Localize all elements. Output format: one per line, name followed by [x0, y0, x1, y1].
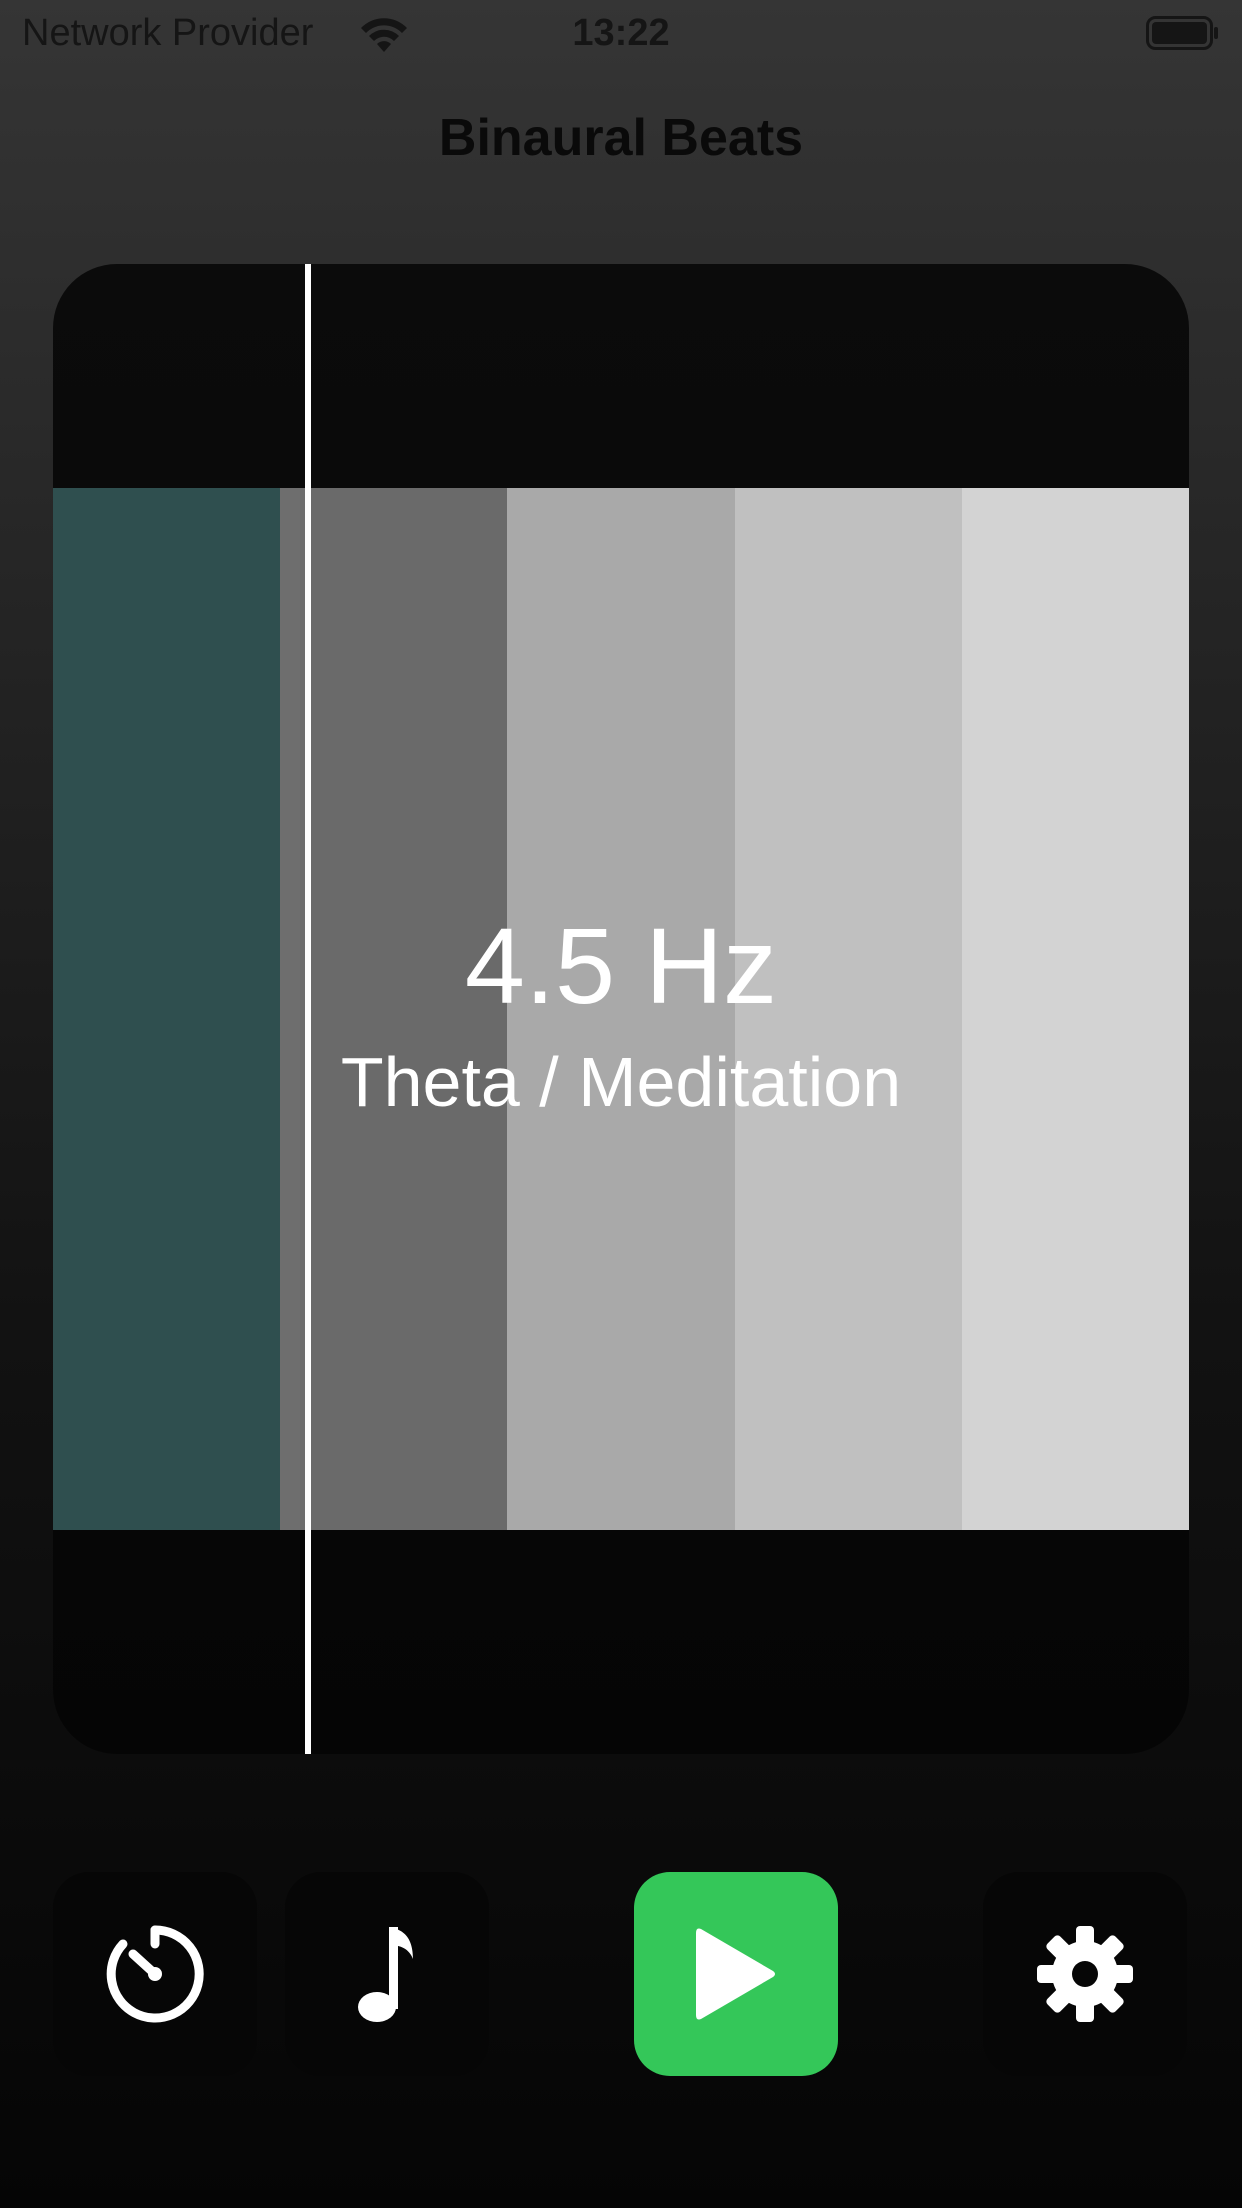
gear-icon	[1037, 1926, 1133, 2022]
battery-icon	[1146, 16, 1218, 50]
status-time: 13:22	[572, 12, 670, 54]
music-button[interactable]	[285, 1872, 489, 2076]
music-note-icon	[358, 1927, 413, 2022]
status-bar: Network Provider 13:22	[0, 0, 1242, 66]
play-icon	[696, 1928, 775, 2020]
frequency-value: 4.5 Hz	[464, 905, 778, 1026]
frequency-visualizer[interactable]: 4.5 Hz Theta / Meditation	[53, 264, 1189, 1754]
play-button[interactable]	[634, 1872, 838, 2076]
timer-button[interactable]	[53, 1872, 257, 2076]
page-title: Binaural Beats	[438, 109, 804, 167]
timer-icon	[106, 1925, 204, 2023]
settings-button[interactable]	[983, 1872, 1187, 2076]
frequency-band-label: Theta / Meditation	[340, 1043, 902, 1121]
